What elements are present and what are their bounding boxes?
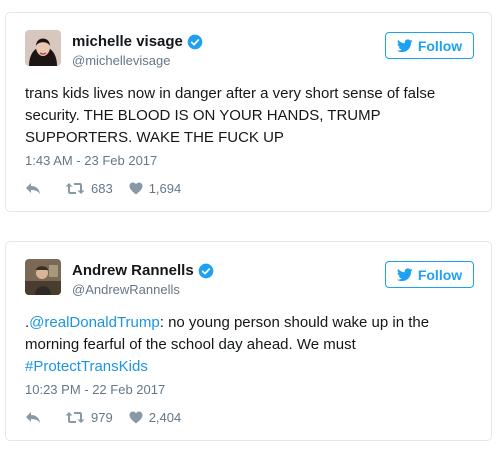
retweet-count: 683 xyxy=(91,181,113,196)
display-name-text[interactable]: Andrew Rannells xyxy=(72,262,194,279)
like-button[interactable]: 1,694 xyxy=(129,181,182,196)
user-handle[interactable]: @AndrewRannells xyxy=(72,282,180,297)
heart-icon xyxy=(129,411,143,424)
tweet-timestamp[interactable]: 10:23 PM - 22 Feb 2017 xyxy=(25,382,165,397)
hashtag-link[interactable]: #ProtectTransKids xyxy=(25,358,148,375)
follow-button-label: Follow xyxy=(417,37,463,54)
tweet-actions: 979 2,404 xyxy=(25,410,181,425)
mention-link[interactable]: @realDonaldTrump xyxy=(29,314,160,331)
reply-button[interactable] xyxy=(25,411,41,424)
tweet-card: michelle visage @michellevisage Follow t… xyxy=(5,12,492,212)
like-count: 2,404 xyxy=(148,410,182,425)
tweet-actions: 683 1,694 xyxy=(25,181,181,196)
like-count: 1,694 xyxy=(148,181,182,196)
heart-icon xyxy=(129,182,143,195)
display-name[interactable]: michelle visage xyxy=(72,33,203,50)
tweet-timestamp[interactable]: 1:43 AM - 23 Feb 2017 xyxy=(25,153,157,168)
avatar[interactable] xyxy=(25,30,61,66)
reply-icon xyxy=(26,412,40,423)
reply-button[interactable] xyxy=(25,182,41,195)
retweet-button[interactable]: 979 xyxy=(65,410,113,425)
user-handle[interactable]: @michellevisage xyxy=(72,53,170,68)
verified-badge-icon xyxy=(198,263,214,278)
tweet-text: trans kids lives now in danger after a v… xyxy=(25,85,436,146)
verified-badge-icon xyxy=(187,34,203,49)
follow-button[interactable]: Follow xyxy=(385,261,474,288)
retweet-button[interactable]: 683 xyxy=(65,181,113,196)
twitter-bird-icon xyxy=(396,267,413,281)
twitter-bird-icon xyxy=(396,38,413,52)
retweet-count: 979 xyxy=(91,410,113,425)
retweet-icon xyxy=(65,183,85,194)
like-button[interactable]: 2,404 xyxy=(129,410,182,425)
tweet-text: .@realDonaldTrump: no young person shoul… xyxy=(25,312,477,378)
follow-button-label: Follow xyxy=(417,266,463,283)
tweet-card: Andrew Rannells @AndrewRannells Follow .… xyxy=(5,241,492,441)
reply-icon xyxy=(26,183,40,194)
retweet-icon xyxy=(65,412,85,423)
avatar[interactable] xyxy=(25,259,61,295)
display-name[interactable]: Andrew Rannells xyxy=(72,262,214,279)
follow-button[interactable]: Follow xyxy=(385,32,474,59)
display-name-text[interactable]: michelle visage xyxy=(72,33,183,50)
